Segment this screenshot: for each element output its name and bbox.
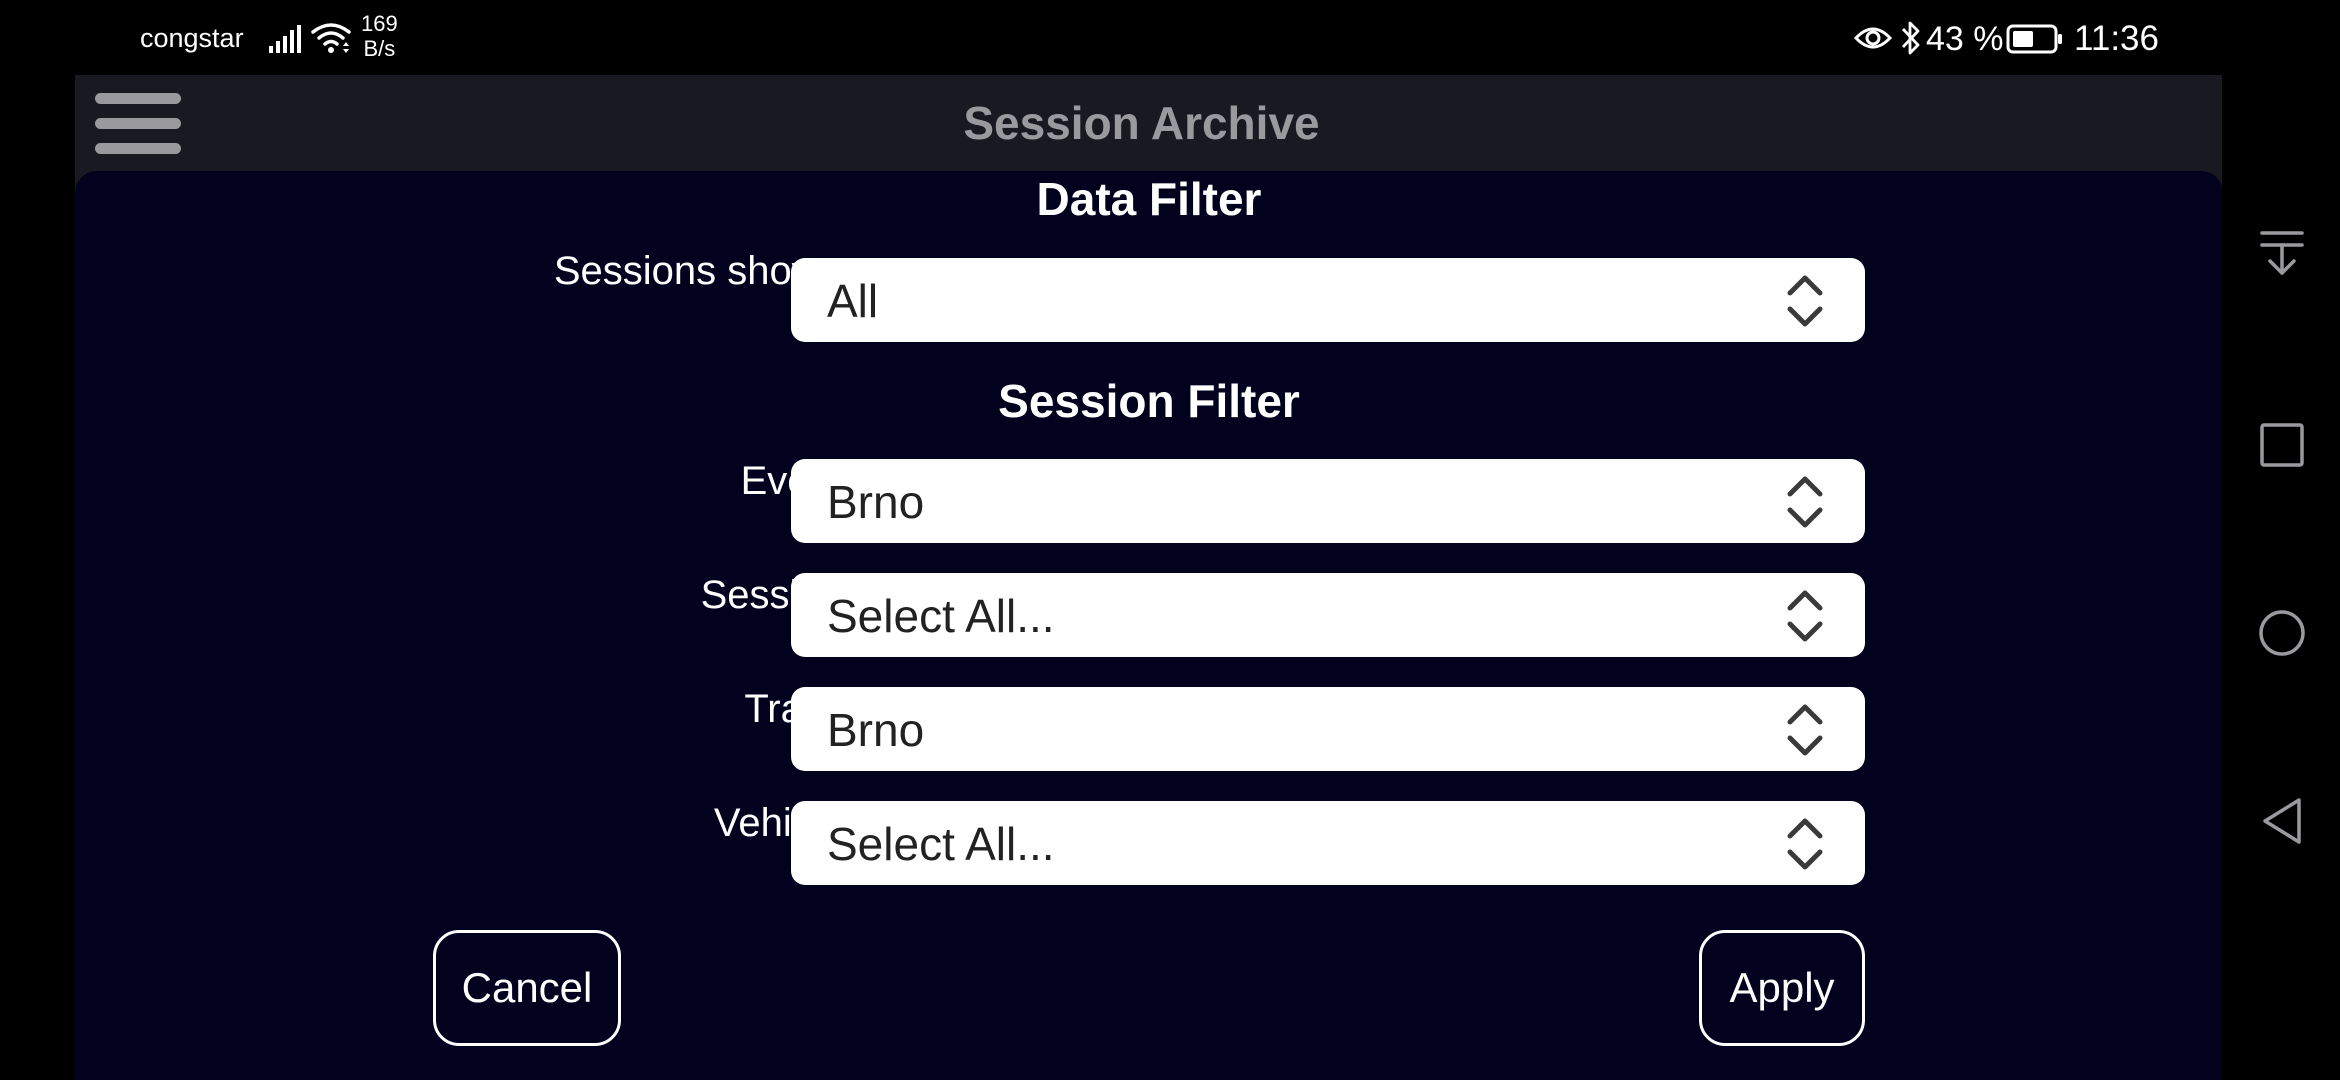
event-value: Brno bbox=[827, 476, 925, 528]
session-value: Select All... bbox=[827, 590, 1055, 642]
track-select[interactable]: Brno bbox=[791, 687, 1865, 771]
network-speed: 169 B/s bbox=[361, 11, 398, 61]
event-select[interactable]: Brno bbox=[791, 459, 1865, 543]
notification-pulldown-icon[interactable] bbox=[2259, 228, 2305, 278]
navigation-bar bbox=[2222, 0, 2340, 1080]
eye-icon bbox=[1854, 27, 1892, 49]
apply-button[interactable]: Apply bbox=[1699, 930, 1865, 1046]
battery-icon bbox=[2006, 24, 2062, 54]
session-select[interactable]: Select All... bbox=[791, 573, 1865, 657]
page-title: Session Archive bbox=[963, 97, 1320, 149]
network-speed-value: 169 bbox=[361, 11, 398, 36]
sessions-shown-value: All bbox=[827, 275, 879, 327]
wifi-icon bbox=[311, 23, 351, 53]
vehicle-value: Select All... bbox=[827, 818, 1055, 870]
network-speed-unit: B/s bbox=[363, 36, 396, 61]
data-filter-title: Data Filter bbox=[1036, 173, 1262, 225]
cancel-button[interactable]: Cancel bbox=[433, 930, 621, 1046]
clock: 11:36 bbox=[2074, 19, 2159, 58]
chevron-up-down-icon bbox=[1787, 818, 1823, 870]
track-value: Brno bbox=[827, 704, 925, 756]
bluetooth-icon bbox=[1901, 21, 1920, 55]
home-icon[interactable] bbox=[2259, 608, 2305, 658]
signal-icon bbox=[269, 25, 301, 53]
recents-icon[interactable] bbox=[2259, 420, 2305, 470]
battery-percent: 43 % bbox=[1926, 20, 2004, 58]
chevron-up-down-icon bbox=[1787, 476, 1823, 528]
status-bar: congstar 169 B/s 43 % 11:36 bbox=[0, 0, 2222, 75]
chevron-up-down-icon bbox=[1787, 704, 1823, 756]
filter-dialog: Data Filter Sessions shown: All Session … bbox=[75, 171, 2223, 1080]
session-filter-title: Session Filter bbox=[998, 375, 1300, 427]
sessions-shown-select[interactable]: All bbox=[791, 258, 1865, 342]
vehicle-select[interactable]: Select All... bbox=[791, 801, 1865, 885]
chevron-up-down-icon bbox=[1787, 590, 1823, 642]
chevron-up-down-icon bbox=[1787, 275, 1823, 327]
carrier-name: congstar bbox=[140, 23, 244, 53]
app-window: Session Archive Data Filter Sessions sho… bbox=[75, 75, 2223, 1080]
back-icon[interactable] bbox=[2259, 796, 2305, 846]
